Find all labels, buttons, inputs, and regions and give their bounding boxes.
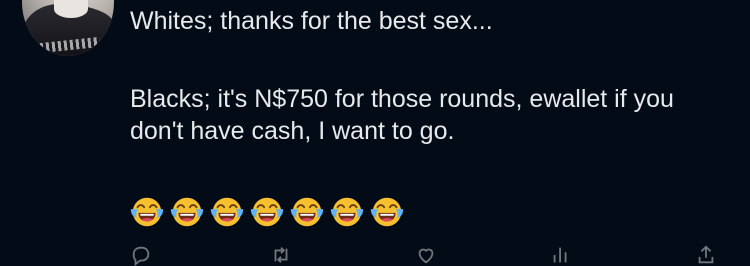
like-button[interactable] [415, 244, 437, 266]
tears-of-joy-emoji [248, 192, 286, 230]
tears-of-joy-emoji [368, 192, 406, 230]
share-button[interactable] [695, 244, 717, 266]
repost-icon [274, 247, 288, 263]
action-bar [130, 244, 730, 266]
author-avatar[interactable] [22, 0, 114, 56]
emoji-row [128, 192, 406, 230]
views-icon [553, 247, 567, 263]
post-text-line-2: Blacks; it's N$750 for those rounds, ewa… [130, 85, 674, 145]
tears-of-joy-emoji [128, 192, 166, 230]
share-icon [698, 245, 714, 264]
views-button[interactable] [550, 244, 572, 266]
reply-button[interactable] [130, 244, 152, 266]
heart-icon [418, 248, 434, 264]
tears-of-joy-emoji [168, 192, 206, 230]
tears-of-joy-emoji [288, 192, 326, 230]
post-text-line-1: Whites; thanks for the best sex... [130, 7, 493, 35]
tears-of-joy-emoji [208, 192, 246, 230]
reply-icon [132, 246, 150, 266]
tears-of-joy-emoji [328, 192, 366, 230]
tweet[interactable]: Whites; thanks for the best sex... Black… [0, 0, 750, 266]
repost-button[interactable] [270, 244, 292, 266]
avatar-collar [54, 0, 88, 18]
